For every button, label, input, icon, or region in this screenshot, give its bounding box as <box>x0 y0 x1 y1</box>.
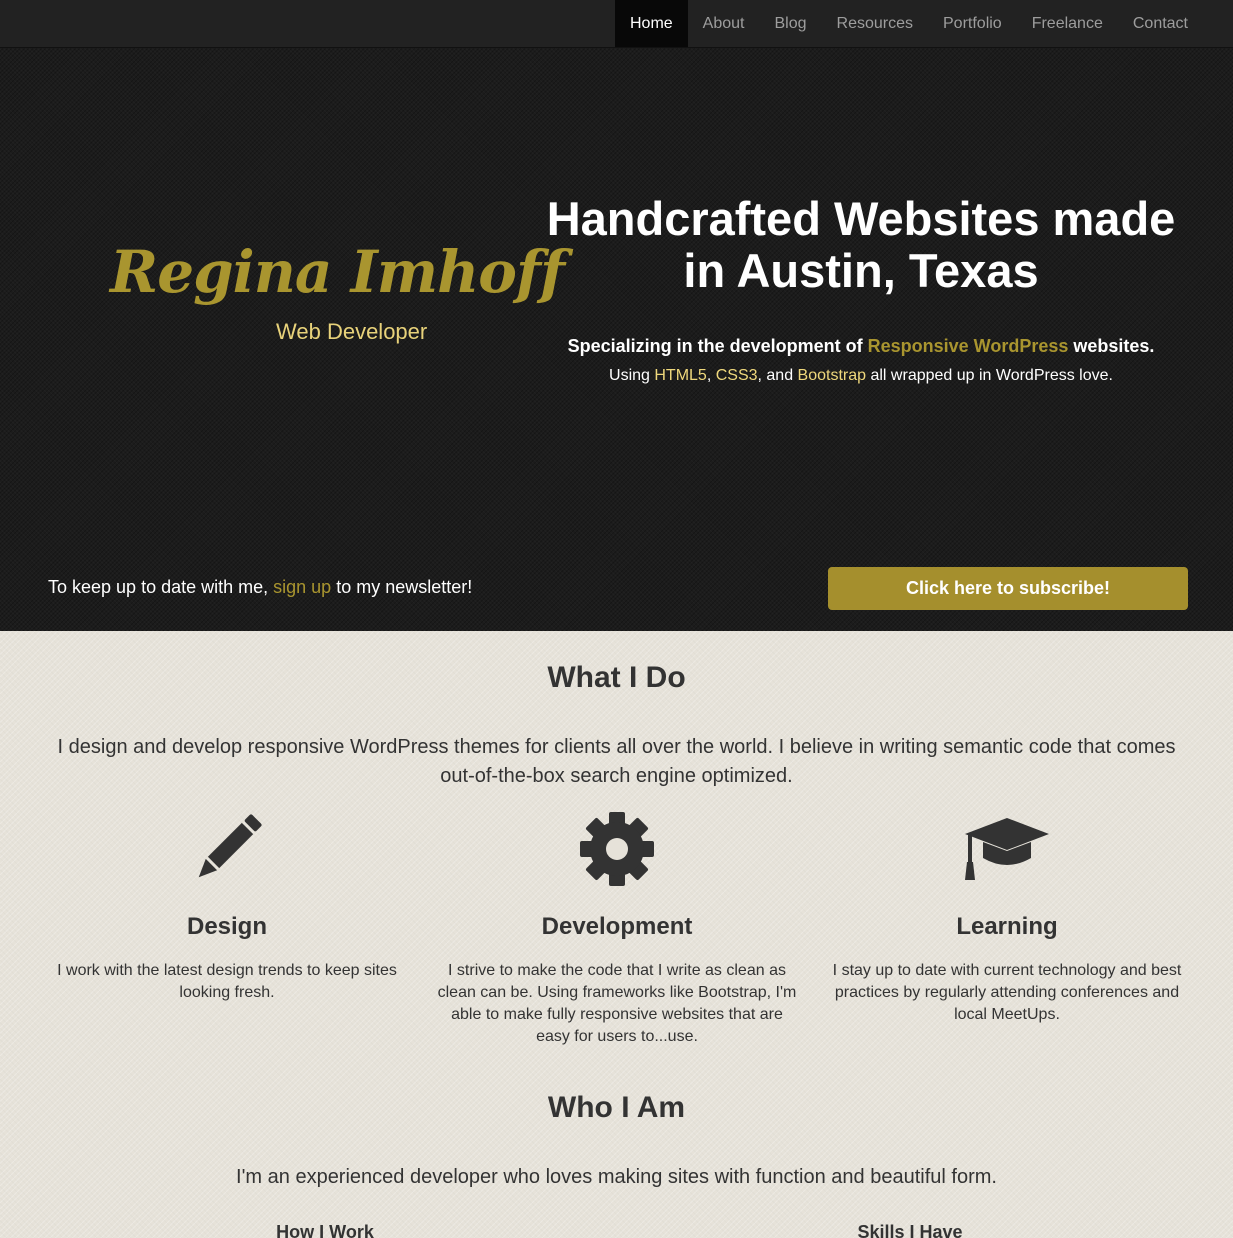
who-i-am-lead: I'm an experienced developer who loves m… <box>236 1166 997 1188</box>
development-column: Development I strive to make the code th… <box>437 808 797 1048</box>
nav-item-freelance[interactable]: Freelance <box>1017 0 1118 47</box>
design-title: Design <box>186 913 267 940</box>
graduation-cap-icon <box>827 808 1187 890</box>
nav-item-resources[interactable]: Resources <box>822 0 928 47</box>
skills-heading: Skills I Have <box>857 1222 963 1238</box>
html5-link[interactable]: HTML5 <box>654 367 706 384</box>
navbar: Home About Blog Resources Portfolio Free… <box>0 0 1233 48</box>
logo-subtitle: Web Developer <box>276 319 428 344</box>
what-i-do-title: What I Do <box>547 661 686 694</box>
hero-specialty-suffix: websites. <box>1068 336 1155 356</box>
responsive-wordpress-link[interactable]: Responsive WordPress <box>868 336 1069 356</box>
hero-title: Handcrafted Websites made in Austin, Tex… <box>546 192 1176 297</box>
development-text: I strive to make the code that I write a… <box>437 962 797 1045</box>
design-column: Design I work with the latest design tre… <box>47 808 407 1004</box>
pencil-icon <box>47 808 407 890</box>
hero-tech-line: Using HTML5, CSS3, and Bootstrap all wra… <box>535 367 1187 385</box>
nav-item-portfolio[interactable]: Portfolio <box>928 0 1017 47</box>
nav-item-contact[interactable]: Contact <box>1118 0 1203 47</box>
newsletter-signup-link[interactable]: sign up <box>273 577 331 597</box>
nav-item-about[interactable]: About <box>688 0 760 47</box>
site-logo[interactable]: Regina Imhoff Web Developer <box>110 238 565 348</box>
hero-specialty-prefix: Specializing in the development of <box>567 336 868 356</box>
nav-item-home[interactable]: Home <box>614 0 688 47</box>
hero-tech-sep2: , and <box>757 367 798 384</box>
newsletter-prefix: To keep up to date with me, <box>48 577 274 597</box>
newsletter-text: To keep up to date with me, sign up to m… <box>48 577 472 598</box>
hero-tech-sep1: , <box>706 367 716 384</box>
what-i-do-lead: I design and develop responsive WordPres… <box>57 736 1176 787</box>
hero-tech-suffix: all wrapped up in WordPress love. <box>866 367 1113 384</box>
logo-name: Regina Imhoff <box>110 238 565 306</box>
newsletter-suffix: to my newsletter! <box>331 577 473 597</box>
bootstrap-link[interactable]: Bootstrap <box>798 367 866 384</box>
who-i-am-title: Who I Am <box>547 1091 686 1124</box>
design-text: I work with the latest design trends to … <box>57 962 397 1001</box>
learning-title: Learning <box>956 913 1058 940</box>
css3-link[interactable]: CSS3 <box>716 367 758 384</box>
hero-tech-prefix: Using <box>609 367 655 384</box>
nav-item-blog[interactable]: Blog <box>759 0 821 47</box>
gear-icon <box>437 808 797 890</box>
hero-section: Regina Imhoff Web Developer Handcrafted … <box>0 48 1233 631</box>
main-content: What I Do I design and develop responsiv… <box>0 631 1233 1238</box>
how-i-work-heading: How I Work <box>276 1222 374 1238</box>
learning-text: I stay up to date with current technolog… <box>832 962 1182 1023</box>
development-title: Development <box>541 913 693 940</box>
hero-specialty: Specializing in the development of Respo… <box>535 336 1187 357</box>
nav-menu: Home About Blog Resources Portfolio Free… <box>614 0 1203 47</box>
learning-column: Learning I stay up to date with current … <box>827 808 1187 1026</box>
subscribe-button[interactable]: Click here to subscribe! <box>828 567 1188 610</box>
